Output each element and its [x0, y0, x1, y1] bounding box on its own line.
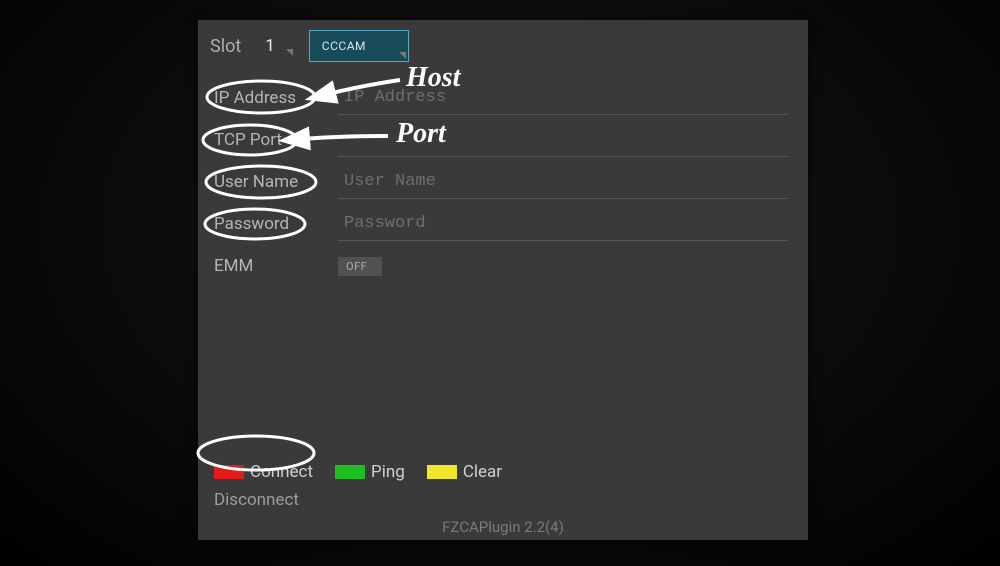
- label-port: TCP Port: [210, 130, 338, 150]
- toggle-emm[interactable]: OFF: [338, 257, 382, 276]
- protocol-selector[interactable]: CCCAM: [309, 30, 409, 62]
- clear-label: Clear: [463, 462, 502, 482]
- chevron-down-icon: [286, 49, 293, 56]
- row-user: User Name: [210, 162, 788, 202]
- clear-button[interactable]: Clear: [423, 460, 506, 484]
- ping-button[interactable]: Ping: [331, 460, 409, 484]
- slot-selector[interactable]: 1: [255, 34, 295, 58]
- connect-label: Connect: [250, 462, 313, 482]
- input-port[interactable]: [338, 123, 788, 157]
- connect-button[interactable]: Connect: [210, 460, 317, 484]
- ping-label: Ping: [371, 462, 405, 482]
- slot-value: 1: [265, 36, 275, 56]
- label-emm: EMM: [210, 256, 338, 276]
- bottom-bar: Connect Ping Clear: [210, 460, 796, 484]
- red-swatch-icon: [214, 465, 244, 479]
- label-pass: Password: [210, 214, 338, 234]
- row-emm: EMM OFF: [210, 246, 788, 286]
- row-ip: IP Address: [210, 78, 788, 118]
- label-ip: IP Address: [210, 88, 338, 108]
- top-row: Slot 1 CCCAM: [210, 30, 409, 62]
- protocol-value: CCCAM: [322, 39, 366, 53]
- input-user[interactable]: [338, 165, 788, 199]
- status-text: Disconnect: [214, 490, 299, 510]
- row-port: TCP Port: [210, 120, 788, 160]
- config-panel: Slot 1 CCCAM IP Address TCP Port User Na…: [198, 20, 808, 540]
- label-user: User Name: [210, 172, 338, 192]
- yellow-swatch-icon: [427, 465, 457, 479]
- input-pass[interactable]: [338, 207, 788, 241]
- input-ip[interactable]: [338, 81, 788, 115]
- row-pass: Password: [210, 204, 788, 244]
- chevron-down-icon: [399, 52, 406, 59]
- footer-version: FZCAPlugin 2.2(4): [198, 518, 808, 536]
- slot-label: Slot: [210, 36, 241, 57]
- green-swatch-icon: [335, 465, 365, 479]
- toggle-emm-state: OFF: [346, 260, 367, 273]
- form-area: IP Address TCP Port User Name Password E…: [210, 78, 788, 288]
